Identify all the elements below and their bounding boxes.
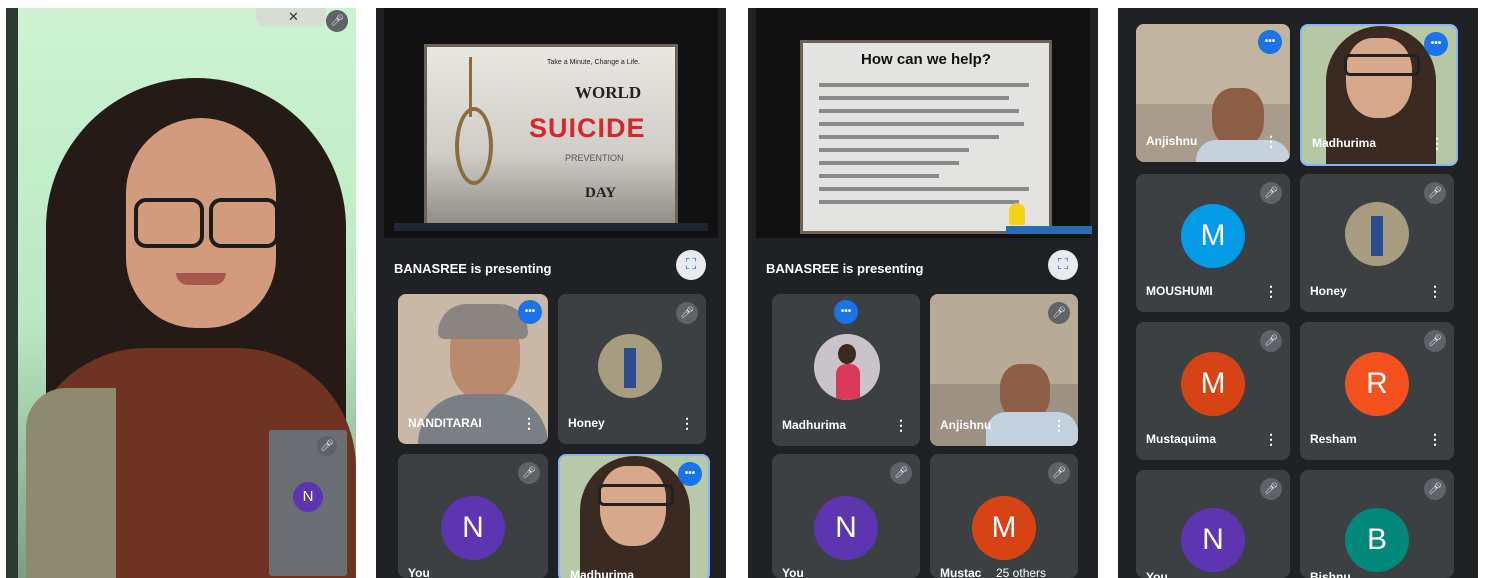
participant-name: Bishnu (1310, 570, 1351, 578)
participant-name: Anjishnu (1146, 134, 1198, 148)
participant-avatar: N (814, 496, 878, 560)
mic-off-icon: 🎤︎ (1260, 330, 1282, 352)
presentation-view[interactable]: How can we help? BANASREE is presenting … (756, 8, 1092, 290)
mic-off-icon: 🎤︎ (1424, 478, 1446, 500)
participant-tile-active-speaker[interactable]: ••• Madhurima (558, 454, 710, 578)
speaking-indicator-icon: ••• (1258, 30, 1282, 54)
more-vert-icon[interactable]: ⋮ (680, 415, 694, 432)
participant-avatar: M (972, 496, 1036, 560)
participant-tile[interactable]: 🎤︎ N You (1136, 470, 1290, 578)
slide-line-day: DAY (585, 185, 617, 201)
participant-name: You (1146, 570, 1168, 578)
participant-name: Anjishnu (940, 418, 992, 432)
participant-name: Mustac (940, 566, 982, 578)
shared-screen-taskbar (394, 223, 708, 231)
fullscreen-icon[interactable]: ⛶ (676, 250, 706, 280)
participant-name: You (408, 566, 430, 578)
mic-off-icon: 🎤︎ (317, 436, 337, 456)
mic-off-icon: 🎤︎ (676, 302, 698, 324)
participant-name: Madhurima (782, 418, 847, 432)
door-frame (6, 8, 18, 578)
participant-name: Resham (1310, 432, 1357, 446)
mic-off-icon: 🎤︎ (1260, 182, 1282, 204)
mic-off-icon: 🎤︎ (1424, 330, 1446, 352)
others-count: 25 others (996, 566, 1047, 578)
participant-name: Honey (1310, 284, 1347, 298)
more-vert-icon[interactable]: ⋮ (1052, 417, 1066, 434)
slide-tagline: Take a Minute, Change a Life. (547, 59, 641, 66)
participant-tile[interactable]: 🎤︎ N You (398, 454, 548, 578)
presenting-bar: BANASREE is presenting ⛶ (384, 238, 718, 290)
panel-self-view: ✕ 🎤︎ 🎤︎ N (6, 8, 356, 578)
more-vert-icon[interactable]: ⋮ (894, 417, 908, 434)
mic-off-icon: 🎤︎ (1260, 478, 1282, 500)
participant-name: Honey (568, 416, 605, 430)
participant-name: NANDITARAI (408, 416, 482, 430)
participant-tile[interactable]: ••• Anjishnu ⋮ (1136, 24, 1290, 162)
self-preview-tile[interactable]: 🎤︎ N (269, 430, 347, 576)
close-icon[interactable]: ✕ (288, 10, 302, 24)
participant-tile[interactable]: 🎤︎ Honey ⋮ (1300, 174, 1454, 312)
presentation-slide: Take a Minute, Change a Life. WORLD SUIC… (424, 44, 678, 228)
slide-line-prevention: PREVENTION (565, 153, 624, 163)
participant-tile[interactable]: ••• NANDITARAI ⋮ (398, 294, 548, 444)
participant-avatar: B (1345, 508, 1409, 572)
fullscreen-icon[interactable]: ⛶ (1048, 250, 1078, 280)
mic-off-icon: 🎤︎ (518, 462, 540, 484)
speaking-indicator-icon: ••• (834, 300, 858, 324)
yellow-ribbon-icon (1009, 203, 1025, 225)
presenting-label: BANASREE is presenting (766, 261, 924, 276)
speaking-indicator-icon: ••• (1424, 32, 1448, 56)
participant-tile[interactable]: ••• Madhurima ⋮ (772, 294, 920, 446)
participant-avatar: N (441, 496, 505, 560)
more-vert-icon[interactable]: ⋮ (1430, 135, 1444, 152)
presenting-bar: BANASREE is presenting ⛶ (756, 238, 1090, 290)
more-vert-icon[interactable]: ⋮ (1428, 283, 1442, 300)
panel-meet-presentation-1: Take a Minute, Change a Life. WORLD SUIC… (376, 8, 726, 578)
profile-photo (1345, 202, 1409, 266)
more-vert-icon[interactable]: ⋮ (1264, 283, 1278, 300)
panel-meet-grid: ••• Anjishnu ⋮ ••• Madhurima ⋮ 🎤︎ M MOUS… (1118, 8, 1478, 578)
participant-tile[interactable]: 🎤︎ N You (772, 454, 920, 578)
participant-tile[interactable]: 🎤︎ R Resham ⋮ (1300, 322, 1454, 460)
mic-off-icon: 🎤︎ (326, 10, 348, 32)
shared-screen-taskbar (1006, 226, 1092, 234)
profile-photo (598, 334, 662, 398)
presentation-slide: How can we help? (800, 40, 1052, 234)
participant-name: Mustaquima (1146, 432, 1217, 446)
participant-tile-active-speaker[interactable]: ••• Madhurima ⋮ (1300, 24, 1458, 166)
speaking-indicator-icon: ••• (518, 300, 542, 324)
mic-off-icon: 🎤︎ (1048, 462, 1070, 484)
participant-name: Madhurima (1312, 136, 1377, 150)
mic-off-icon: 🎤︎ (890, 462, 912, 484)
panel-meet-presentation-2: How can we help? BANASREE is presenting … (748, 8, 1098, 578)
participant-tile[interactable]: 🎤︎ M Mustaquima ⋮ (1136, 322, 1290, 460)
more-vert-icon[interactable]: ⋮ (1428, 431, 1442, 448)
presentation-view[interactable]: Take a Minute, Change a Life. WORLD SUIC… (384, 8, 718, 290)
slide-line-suicide: SUICIDE (529, 113, 646, 143)
participant-tile-overflow[interactable]: 🎤︎ M Mustac 25 others (930, 454, 1078, 578)
participant-tile[interactable]: 🎤︎ Anjishnu ⋮ (930, 294, 1078, 446)
participant-avatar: N (1181, 508, 1245, 572)
speaking-indicator-icon: ••• (678, 462, 702, 486)
participant-tile[interactable]: 🎤︎ Honey ⋮ (558, 294, 706, 444)
participant-name: You (782, 566, 804, 578)
presenting-label: BANASREE is presenting (394, 261, 552, 276)
participant-tile[interactable]: 🎤︎ M MOUSHUMI ⋮ (1136, 174, 1290, 312)
slide-title: How can we help? (860, 51, 992, 68)
more-vert-icon[interactable]: ⋮ (1264, 431, 1278, 448)
more-vert-icon[interactable]: ⋮ (522, 415, 536, 432)
slide-line-world: WORLD (575, 83, 642, 102)
participant-avatar: M (1181, 204, 1245, 268)
participant-name: Madhurima (570, 568, 635, 578)
profile-photo (814, 334, 880, 400)
participant-name: MOUSHUMI (1146, 284, 1213, 298)
participant-tile[interactable]: 🎤︎ B Bishnu (1300, 470, 1454, 578)
mic-off-icon: 🎤︎ (1424, 182, 1446, 204)
participant-avatar: R (1345, 352, 1409, 416)
participant-avatar: M (1181, 352, 1245, 416)
self-avatar: N (293, 482, 323, 512)
mic-off-icon: 🎤︎ (1048, 302, 1070, 324)
more-vert-icon[interactable]: ⋮ (1264, 133, 1278, 150)
